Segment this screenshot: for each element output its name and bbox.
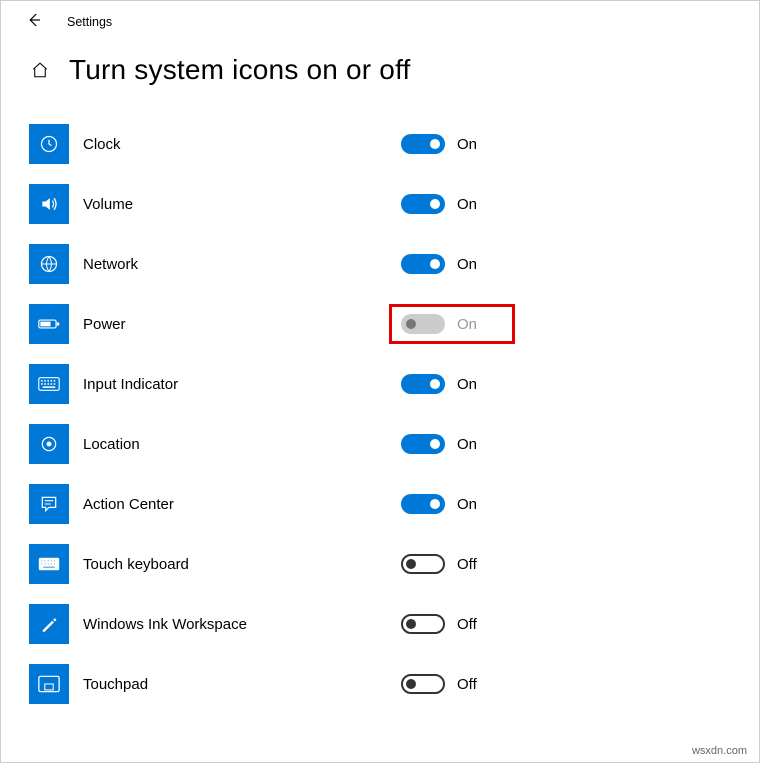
toggle-state-text: On [457, 496, 477, 513]
setting-label: Touch keyboard [83, 556, 383, 573]
setting-label: Clock [83, 136, 383, 153]
toggle-clock[interactable] [401, 134, 445, 154]
toggle-location[interactable] [401, 434, 445, 454]
setting-row-volume: Volume On [29, 174, 759, 234]
setting-label: Action Center [83, 496, 383, 513]
setting-label: Location [83, 436, 383, 453]
setting-row-touchpad: Touchpad Off [29, 654, 759, 714]
toggle-volume[interactable] [401, 194, 445, 214]
action-center-icon [29, 484, 69, 524]
setting-label: Input Indicator [83, 376, 383, 393]
input-indicator-icon [29, 364, 69, 404]
toggle-network[interactable] [401, 254, 445, 274]
toggle-action-center[interactable] [401, 494, 445, 514]
setting-row-network: Network On [29, 234, 759, 294]
toggle-power [401, 314, 445, 334]
toggle-state-text: On [457, 136, 477, 153]
toggle-touch-keyboard[interactable] [401, 554, 445, 574]
windows-ink-icon [29, 604, 69, 644]
setting-label: Touchpad [83, 676, 383, 693]
toggle-input-indicator[interactable] [401, 374, 445, 394]
setting-row-action-center: Action Center On [29, 474, 759, 534]
setting-row-power: Power On [29, 294, 759, 354]
setting-row-windows-ink: Windows Ink Workspace Off [29, 594, 759, 654]
location-icon [29, 424, 69, 464]
page-title: Turn system icons on or off [69, 54, 411, 86]
home-icon[interactable] [31, 61, 49, 79]
toggle-windows-ink[interactable] [401, 614, 445, 634]
toggle-state-text: Off [457, 616, 477, 633]
clock-icon [29, 124, 69, 164]
setting-row-touch-keyboard: Touch keyboard Off [29, 534, 759, 594]
toggle-touchpad[interactable] [401, 674, 445, 694]
setting-row-location: Location On [29, 414, 759, 474]
app-label: Settings [67, 15, 112, 29]
setting-row-input-indicator: Input Indicator On [29, 354, 759, 414]
back-button[interactable] [25, 11, 43, 32]
setting-label: Network [83, 256, 383, 273]
watermark: wsxdn.com [688, 744, 751, 758]
toggle-state-text: On [457, 196, 477, 213]
toggle-state-text: On [457, 436, 477, 453]
toggle-state-text: Off [457, 556, 477, 573]
toggle-state-text: On [457, 376, 477, 393]
setting-row-clock: Clock On [29, 114, 759, 174]
setting-label: Windows Ink Workspace [83, 616, 383, 633]
touchpad-icon [29, 664, 69, 704]
network-icon [29, 244, 69, 284]
setting-label: Volume [83, 196, 383, 213]
volume-icon [29, 184, 69, 224]
setting-label: Power [83, 316, 383, 333]
touch-keyboard-icon [29, 544, 69, 584]
toggle-state-text: Off [457, 676, 477, 693]
toggle-state-text: On [457, 256, 477, 273]
power-icon [29, 304, 69, 344]
toggle-state-text: On [457, 316, 477, 333]
